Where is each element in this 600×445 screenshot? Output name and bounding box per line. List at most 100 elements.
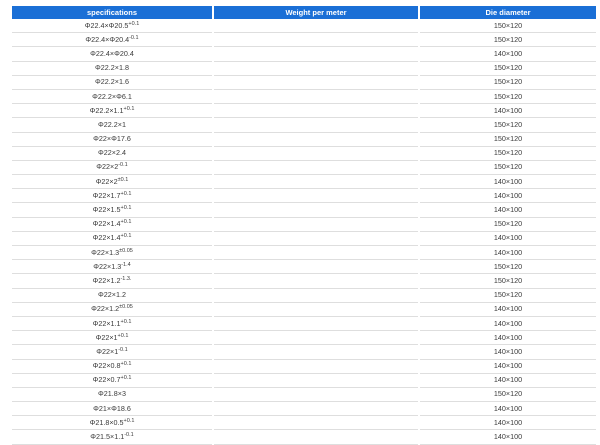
spec-cell: Φ22.4×Φ20.4-0.1 <box>12 33 212 48</box>
die-diameter-cell: 140×100 <box>420 303 596 317</box>
weight-cell <box>214 360 418 374</box>
table-row: Φ22.2×1.6 150×120 <box>12 76 596 90</box>
die-diameter-cell: 140×100 <box>420 246 596 261</box>
table-row: Φ21.5×1.1-0.1 140×100 <box>12 430 596 445</box>
spec-cell: Φ22×1.7+0.1 <box>12 189 212 204</box>
spec-tolerance: ±0.05 <box>119 304 133 311</box>
table-row: Φ22×2±0.1 140×100 <box>12 175 596 190</box>
spec-value: Φ21×Φ18.6 <box>93 403 131 413</box>
weight-cell <box>214 374 418 388</box>
spec-value: Φ22×1.4 <box>92 219 121 229</box>
weight-cell <box>214 175 418 190</box>
table-row: Φ21.8×0.5+0.1 140×100 <box>12 416 596 431</box>
table-row: Φ22×0.8+0.1 140×100 <box>12 360 596 374</box>
table-row: Φ22×1.2±0.05 140×100 <box>12 303 596 317</box>
weight-cell <box>214 260 418 275</box>
table-row: Φ22.4×Φ20.4 140×100 <box>12 47 596 62</box>
spec-value: Φ22×Φ17.6 <box>93 134 131 144</box>
spec-value: Φ22×2.4 <box>98 148 126 158</box>
weight-cell <box>214 430 418 445</box>
die-diameter-cell: 140×100 <box>420 360 596 374</box>
spec-cell: Φ22×1.2-1.3. <box>12 274 212 289</box>
spec-tolerance: -1.4 <box>121 261 131 268</box>
table-row: Φ22×1.2 150×120 <box>12 289 596 303</box>
die-diameter-cell: 150×120 <box>420 289 596 303</box>
die-diameter-cell: 140×100 <box>420 104 596 119</box>
die-diameter-cell: 150×120 <box>420 90 596 105</box>
die-diameter-cell: 140×100 <box>420 416 596 431</box>
spec-value: Φ21.8×3 <box>98 389 126 399</box>
spec-tolerance: +0.1 <box>120 219 132 226</box>
spec-value: Φ22×1.1 <box>92 318 121 328</box>
weight-cell <box>214 218 418 232</box>
weight-cell <box>214 133 418 147</box>
spec-value: Φ22×2 <box>96 162 119 172</box>
specifications-table: specifications Weight per meter Die diam… <box>10 6 598 445</box>
table-row: Φ22×0.7+0.1 140×100 <box>12 374 596 388</box>
header-weight-per-meter: Weight per meter <box>214 6 418 19</box>
spec-value: Φ21.5×1.1 <box>90 432 125 442</box>
table-row: Φ22×1.1+0.1 140×100 <box>12 317 596 332</box>
spec-tolerance: ±0.1 <box>117 176 129 183</box>
spec-cell: Φ22.2×1.1+0.1 <box>12 104 212 119</box>
table-row: Φ22×1.2-1.3. 150×120 <box>12 274 596 289</box>
spec-cell: Φ22×1.1+0.1 <box>12 317 212 332</box>
spec-value: Φ22×0.8 <box>92 361 121 371</box>
die-diameter-cell: 150×120 <box>420 147 596 161</box>
weight-cell <box>214 118 418 133</box>
spec-tolerance: +0.1 <box>120 190 132 197</box>
weight-cell <box>214 47 418 62</box>
weight-cell <box>214 203 418 218</box>
table-row: Φ22.2×1.1+0.1 140×100 <box>12 104 596 119</box>
die-diameter-cell: 140×100 <box>420 189 596 204</box>
spec-value: Φ22×1.3 <box>93 261 122 271</box>
spec-value: Φ22.2×1.1 <box>89 105 124 115</box>
spec-tolerance: ±0.05 <box>119 247 133 254</box>
table-row: Φ22.2×1 150×120 <box>12 118 596 133</box>
die-diameter-cell: 150×120 <box>420 274 596 289</box>
die-diameter-cell: 150×120 <box>420 118 596 133</box>
die-diameter-cell: 150×120 <box>420 161 596 176</box>
spec-value: Φ22×1 <box>96 346 119 356</box>
weight-cell <box>214 303 418 317</box>
weight-cell <box>214 62 418 76</box>
spec-value: Φ22.4×Φ20.4 <box>85 34 130 44</box>
header-die-diameter: Die diameter <box>420 6 596 19</box>
spec-tolerance: -0.1 <box>124 432 134 439</box>
weight-cell <box>214 19 418 34</box>
spec-tolerance: +0.1 <box>120 375 132 382</box>
spec-cell: Φ22×1-0.1 <box>12 345 212 360</box>
die-diameter-cell: 150×120 <box>420 19 596 34</box>
spec-cell: Φ22×2-0.1 <box>12 161 212 176</box>
weight-cell <box>214 246 418 261</box>
spec-tolerance: +0.1 <box>117 332 129 339</box>
header-row: specifications Weight per meter Die diam… <box>12 6 596 19</box>
weight-cell <box>214 345 418 360</box>
spec-tolerance: +0.1 <box>120 318 132 325</box>
weight-cell <box>214 274 418 289</box>
spec-cell: Φ22.2×1.6 <box>12 76 212 90</box>
die-diameter-cell: 140×100 <box>420 345 596 360</box>
spec-cell: Φ21.5×1.1-0.1 <box>12 430 212 445</box>
spec-cell: Φ22×1.3-1.4 <box>12 260 212 275</box>
weight-cell <box>214 317 418 332</box>
weight-cell <box>214 416 418 431</box>
spec-value: Φ22.2×1 <box>98 119 126 129</box>
spec-cell: Φ22×1.4+0.1 <box>12 232 212 246</box>
spec-cell: Φ22.4×Φ20.5+0.1 <box>12 19 212 34</box>
die-diameter-cell: 150×120 <box>420 33 596 48</box>
spec-value: Φ22.4×Φ20.4 <box>90 48 134 58</box>
table-row: Φ22×Φ17.6 150×120 <box>12 133 596 147</box>
table-row: Φ22×1-0.1 140×100 <box>12 345 596 360</box>
die-diameter-cell: 150×120 <box>420 76 596 90</box>
spec-tolerance: +0.1 <box>120 205 132 212</box>
table-row: Φ22.2×Φ6.1 150×120 <box>12 90 596 105</box>
header-specifications: specifications <box>12 6 212 19</box>
die-diameter-cell: 140×100 <box>420 402 596 417</box>
weight-cell <box>214 402 418 417</box>
spec-value: Φ22×2 <box>95 176 118 186</box>
weight-cell <box>214 189 418 204</box>
die-diameter-cell: 150×120 <box>420 260 596 275</box>
spec-value: Φ22×0.7 <box>92 375 121 385</box>
spec-value: Φ22×1.4 <box>92 233 121 243</box>
